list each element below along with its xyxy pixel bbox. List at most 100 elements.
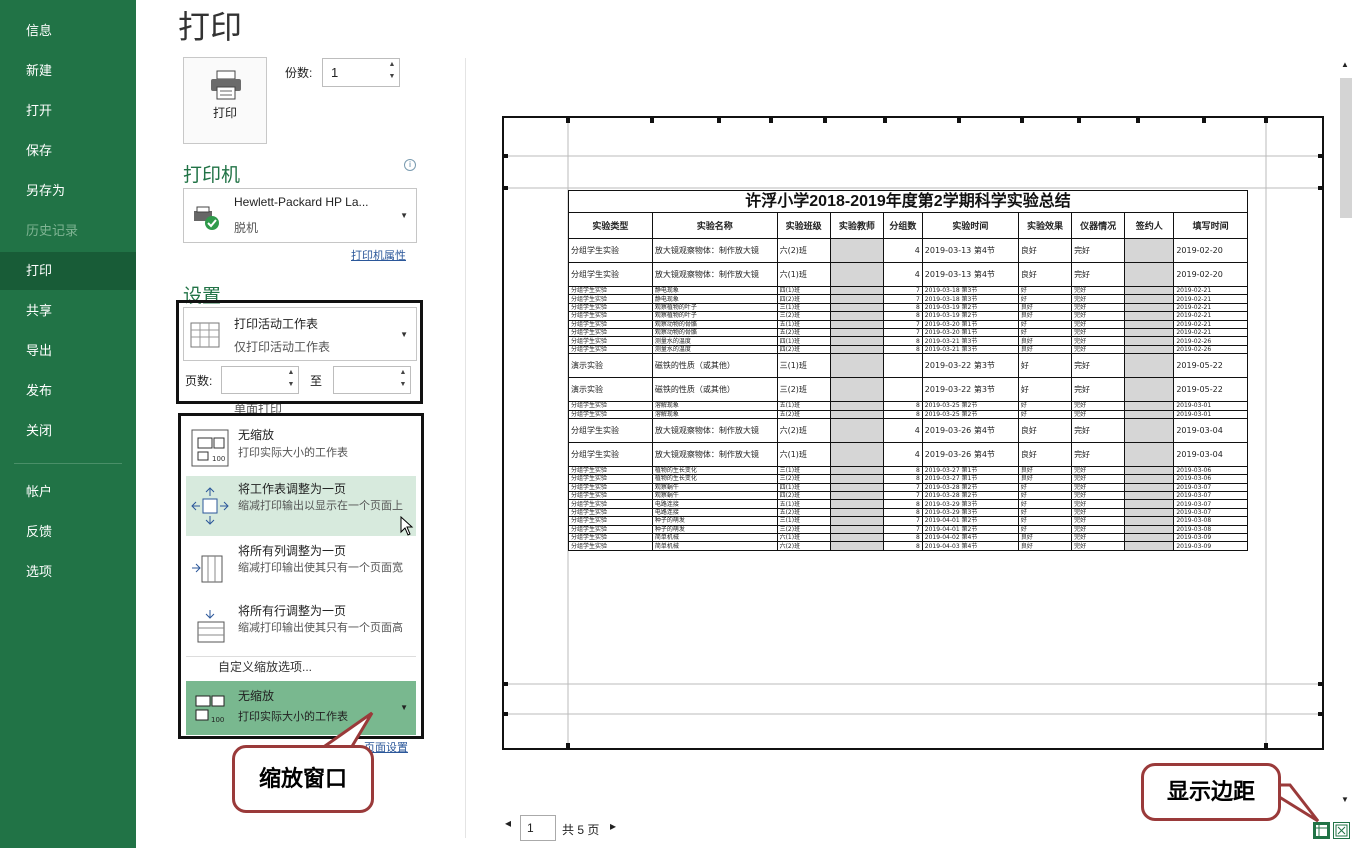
table-cell: 电路连接 xyxy=(651,499,778,509)
table-cell: 2019-03-27 第1节 xyxy=(921,465,1019,476)
page-number-input[interactable]: 1 xyxy=(520,815,556,841)
column-header: 填写时间 xyxy=(1173,212,1248,239)
table-cell xyxy=(1124,465,1175,476)
printer-properties-link[interactable]: 打印机属性 xyxy=(351,247,406,263)
zoom-to-page-button[interactable] xyxy=(1333,822,1350,839)
margin-handle[interactable] xyxy=(504,682,508,686)
margin-handle[interactable] xyxy=(1264,743,1268,748)
margin-handle[interactable] xyxy=(504,186,508,190)
scaling-highlight-frame xyxy=(178,413,424,739)
margin-handle[interactable] xyxy=(650,118,654,123)
next-page-icon[interactable]: ▸ xyxy=(610,819,616,833)
printer-dropdown[interactable]: Hewlett-Packard HP La... 脱机 ▼ xyxy=(183,188,417,243)
table-cell: 完好 xyxy=(1071,417,1126,443)
table-cell: 2019-03-29 第3节 xyxy=(921,499,1019,509)
pages-from-stepper[interactable]: ▲ ▼ xyxy=(221,366,299,394)
margin-handle[interactable] xyxy=(1264,118,1268,123)
table-cell: 分组学生实验 xyxy=(568,533,653,543)
table-cell xyxy=(1124,294,1175,304)
spin-down-icon[interactable]: ▼ xyxy=(387,73,397,80)
print-button[interactable]: 打印 xyxy=(183,57,267,144)
sheet-title: 许浮小学2018-2019年度第2学期科学实验总结 xyxy=(568,190,1248,212)
table-cell: 2019-02-26 xyxy=(1173,344,1248,355)
info-icon[interactable]: i xyxy=(404,159,416,171)
pages-to-stepper[interactable]: ▲ ▼ xyxy=(333,366,411,394)
spin-up-icon[interactable]: ▲ xyxy=(398,369,408,376)
margin-handle[interactable] xyxy=(823,118,827,123)
margin-handle[interactable] xyxy=(1077,118,1081,123)
print-scope-dropdown[interactable]: 打印活动工作表 仅打印活动工作表 ▼ xyxy=(183,307,417,361)
prev-page-icon[interactable]: ◂ xyxy=(505,816,511,830)
table-cell: 四(1)班 xyxy=(776,285,831,296)
table-row: 分组学生实验 放大镜观察物体：制作放大镜 六(1)班 4 2019-03-26 第4节良… xyxy=(568,441,1248,467)
spin-down-icon[interactable]: ▼ xyxy=(398,381,408,388)
sidebar-item[interactable]: 信息 xyxy=(0,12,136,50)
table-row: 分组学生实验 观察植物的叶子 三(2)班 8 2019-03-19 第2节 良好 完好 201… xyxy=(568,311,1248,321)
sidebar-item[interactable]: 新建 xyxy=(0,52,136,90)
table-cell: 分组学生实验 xyxy=(568,499,653,509)
column-header: 实验名称 xyxy=(651,212,778,239)
margin-handle[interactable] xyxy=(1318,154,1322,158)
table-cell xyxy=(829,482,884,493)
table-cell: 良好 xyxy=(1017,533,1073,543)
table-cell: 2019-03-25 第2节 xyxy=(921,401,1019,411)
printer-offline-icon xyxy=(194,206,219,230)
margin-handle[interactable] xyxy=(566,118,570,123)
table-cell: 简单机械 xyxy=(651,533,778,543)
table-cell: 完好 xyxy=(1071,441,1126,467)
table-cell: 好 xyxy=(1017,491,1073,501)
sidebar-item[interactable]: 打印 xyxy=(0,252,136,290)
table-cell: 完好 xyxy=(1071,516,1126,526)
table-cell: 2019-03-07 xyxy=(1173,491,1248,501)
sidebar-item[interactable]: 发布 xyxy=(0,372,136,410)
copies-stepper[interactable]: 1 ▲ ▼ xyxy=(322,58,400,87)
table-cell xyxy=(829,327,884,338)
margin-handle[interactable] xyxy=(504,712,508,716)
margin-handle[interactable] xyxy=(1020,118,1024,123)
pages-label: 页数: xyxy=(185,374,213,388)
table-cell: 2019-03-25 第2节 xyxy=(921,409,1019,419)
copies-label: 份数: xyxy=(285,66,313,80)
sidebar-item[interactable]: 保存 xyxy=(0,132,136,170)
margin-handle[interactable] xyxy=(1318,712,1322,716)
table-cell: 2019-03-13 第4节 xyxy=(921,262,1019,287)
scroll-down-icon[interactable]: ▼ xyxy=(1341,795,1349,804)
sidebar-item[interactable]: 选项 xyxy=(0,553,136,591)
table-cell: 4 xyxy=(882,262,923,287)
table-cell: 分组学生实验 xyxy=(568,344,653,355)
margin-handle[interactable] xyxy=(1136,118,1140,123)
sidebar-item[interactable]: 关闭 xyxy=(0,412,136,450)
margin-handle[interactable] xyxy=(1318,186,1322,190)
margin-handle[interactable] xyxy=(504,154,508,158)
table-cell: 2019-03-22 第3节 xyxy=(921,377,1019,403)
margin-handle[interactable] xyxy=(1318,682,1322,686)
spin-down-icon[interactable]: ▼ xyxy=(286,381,296,388)
table-cell: 8 xyxy=(882,336,923,346)
sidebar-item[interactable]: 共享 xyxy=(0,292,136,330)
table-row: 分组学生实验 放大镜观察物体：制作放大镜 六(2)班 4 2019-03-26 第4节良… xyxy=(568,417,1248,443)
sidebar-item[interactable]: 帐户 xyxy=(0,473,136,511)
margin-handle[interactable] xyxy=(883,118,887,123)
table-cell xyxy=(1124,285,1175,296)
scrollbar-thumb[interactable] xyxy=(1340,78,1352,218)
table-cell: 放大镜观察物体：制作放大镜 xyxy=(651,417,778,443)
show-margins-button[interactable] xyxy=(1313,822,1330,839)
margin-handle[interactable] xyxy=(769,118,773,123)
scroll-up-icon[interactable]: ▲ xyxy=(1341,60,1349,69)
margin-handle[interactable] xyxy=(717,118,721,123)
margin-handle[interactable] xyxy=(1202,118,1206,123)
sidebar-item[interactable]: 打开 xyxy=(0,92,136,130)
backstage-sidebar: 信息 新建 打开 保存 另存为 历史记录 打印 共享 导出 发布 关闭 帐户 反馈 选项 xyxy=(0,0,136,848)
sidebar-item[interactable]: 导出 xyxy=(0,332,136,370)
margin-handle[interactable] xyxy=(566,743,570,748)
table-cell: 磁铁的性质（或其他） xyxy=(651,353,778,379)
spin-up-icon[interactable]: ▲ xyxy=(387,61,397,68)
table-cell: 四(1)班 xyxy=(776,482,831,493)
table-cell: 2019-03-20 第1节 xyxy=(921,327,1019,338)
sidebar-item[interactable]: 另存为 xyxy=(0,172,136,210)
preview-sheet: 许浮小学2018-2019年度第2学期科学实验总结 实验类型 实验名称 实验班级 实验教… xyxy=(568,190,1248,551)
margin-handle[interactable] xyxy=(957,118,961,123)
sidebar-item[interactable]: 反馈 xyxy=(0,513,136,551)
table-cell xyxy=(829,499,884,509)
spin-up-icon[interactable]: ▲ xyxy=(286,369,296,376)
